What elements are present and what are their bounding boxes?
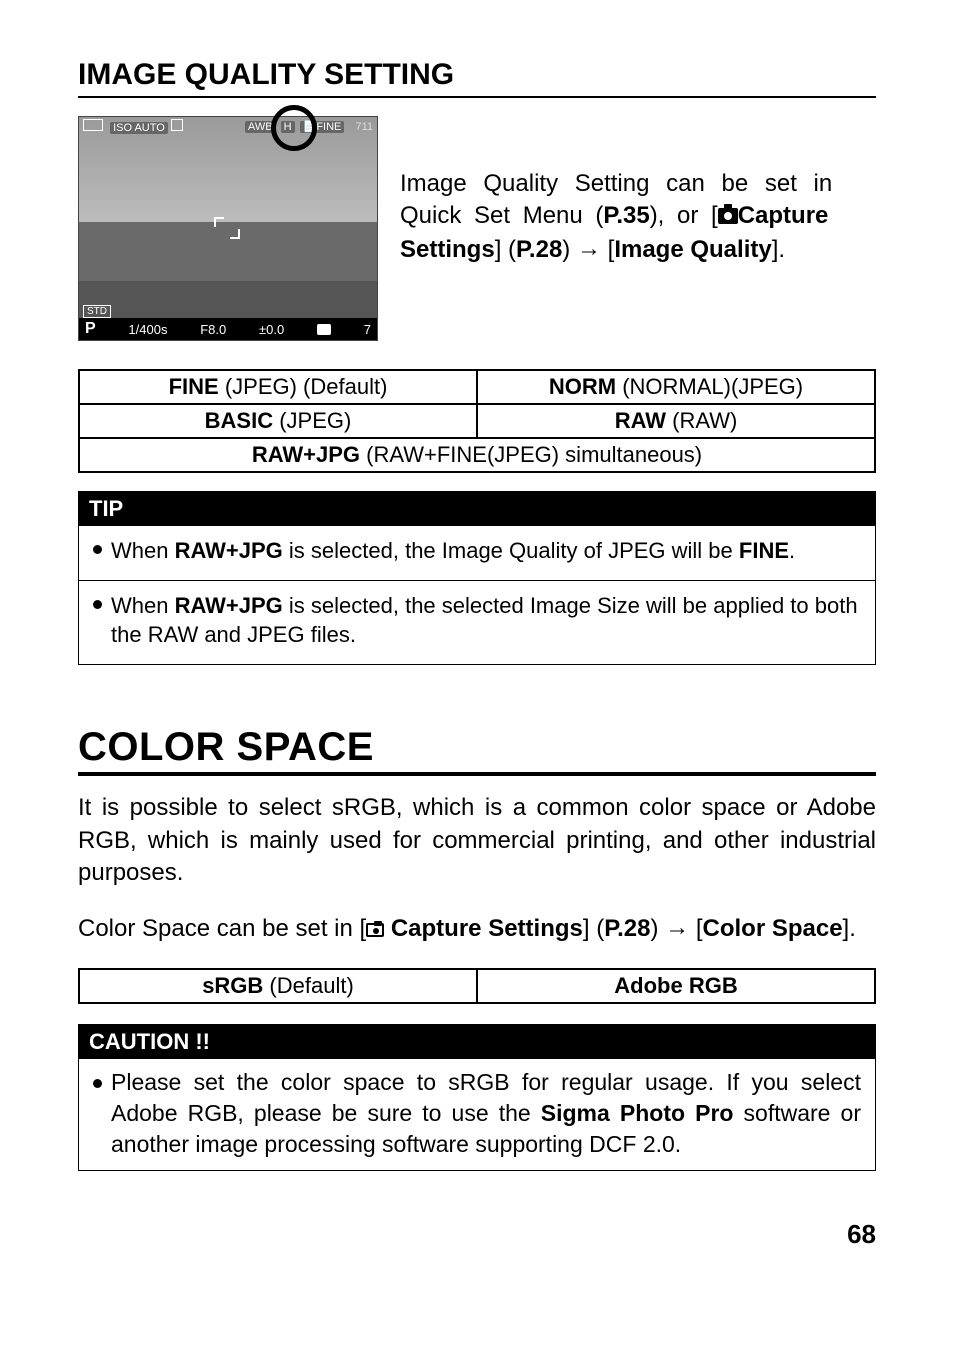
iso-label: ISO AUTO — [110, 122, 168, 134]
mode-p: P — [85, 320, 96, 338]
std-badge: STD — [83, 305, 111, 318]
card-icon — [171, 119, 183, 131]
color-space-paragraph-2: Color Space can be set in [ Capture Sett… — [78, 912, 876, 946]
section-heading-color-space: COLOR SPACE — [78, 725, 876, 776]
color-space-table: sRGB (Default) Adobe RGB — [78, 968, 876, 1004]
tip-box: TIP When RAW+JPG is selected, the Image … — [78, 491, 876, 665]
color-space-paragraph-1: It is possible to select sRGB, which is … — [78, 792, 876, 890]
caution-heading: CAUTION !! — [79, 1025, 875, 1059]
cell-rawjpg: RAW+JPG (RAW+FINE(JPEG) simultaneous) — [79, 438, 875, 472]
shutter-speed: 1/400s — [128, 322, 167, 337]
battery-icon — [83, 119, 103, 131]
section-heading-image-quality: IMAGE QUALITY SETTING — [78, 58, 876, 98]
shots-remaining: 711 — [355, 121, 373, 133]
burst-count: 7 — [364, 322, 371, 337]
focus-brackets-icon — [214, 217, 240, 239]
tip-heading: TIP — [79, 492, 875, 526]
cell-norm: NORM (NORMAL)(JPEG) — [477, 370, 875, 404]
arrow-right-icon: → — [577, 233, 601, 265]
image-quality-table: FINE (JPEG) (Default) NORM (NORMAL)(JPEG… — [78, 369, 876, 473]
cell-basic: BASIC (JPEG) — [79, 404, 477, 438]
tip-item-2: When RAW+JPG is selected, the selected I… — [93, 587, 861, 654]
camera-preview-image: ISO AUTO AWB H 📄FINE 711 STD P 1/400s F8… — [78, 116, 378, 341]
highlight-circle-icon — [271, 105, 317, 151]
image-quality-paragraph: Image Quality Setting can be set in Quic… — [400, 116, 876, 341]
cell-srgb: sRGB (Default) — [79, 969, 477, 1003]
camera-small-icon — [317, 324, 331, 335]
caution-item: Please set the color space to sRGB for r… — [93, 1067, 861, 1161]
page-number: 68 — [78, 1219, 876, 1250]
camera-icon — [718, 208, 738, 224]
cell-raw: RAW (RAW) — [477, 404, 875, 438]
aperture: F8.0 — [200, 322, 226, 337]
caution-box: CAUTION !! Please set the color space to… — [78, 1024, 876, 1172]
cell-adobergb: Adobe RGB — [477, 969, 875, 1003]
arrow-right-icon: → — [665, 912, 689, 945]
tip-item-1: When RAW+JPG is selected, the Image Qual… — [93, 532, 861, 570]
exposure-comp: ±0.0 — [259, 322, 284, 337]
camera-outline-icon — [366, 923, 384, 937]
cell-fine: FINE (JPEG) (Default) — [79, 370, 477, 404]
